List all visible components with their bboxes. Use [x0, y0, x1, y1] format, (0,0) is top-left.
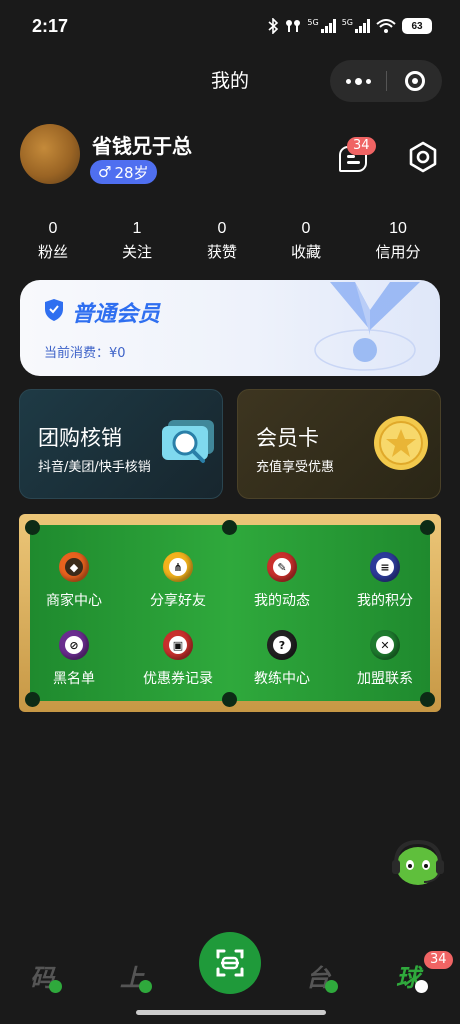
- code-icon: [49, 980, 62, 993]
- close-button[interactable]: [387, 60, 442, 102]
- nav-table[interactable]: 台: [306, 958, 338, 993]
- pocket-icon: [420, 520, 435, 535]
- stat-following[interactable]: 1 关注: [102, 220, 172, 262]
- post-icon: ✎: [267, 552, 297, 582]
- coupon-icon: ▣: [163, 630, 193, 660]
- home-indicator: [136, 1010, 326, 1015]
- stat-value: 0: [301, 220, 311, 237]
- more-button[interactable]: [330, 60, 386, 102]
- menu-my-points[interactable]: ≡ 我的积分: [335, 552, 435, 610]
- male-icon: ♂: [98, 163, 112, 181]
- menu-blacklist[interactable]: ⊘ 黑名单: [24, 630, 124, 688]
- card-title: 会员卡: [256, 426, 319, 450]
- customer-service-icon[interactable]: [390, 838, 446, 888]
- pocket-icon: [420, 692, 435, 707]
- block-icon: ⊘: [59, 630, 89, 660]
- points-icon: ≡: [370, 552, 400, 582]
- coach-icon: ?: [267, 630, 297, 660]
- pool-table-menu: ◆ 商家中心 ⋔ 分享好友 ✎ 我的动态 ≡ 我的积分 ⊘ 黑名单 ▣ 优惠券记…: [19, 514, 441, 712]
- stat-label: 关注: [121, 243, 152, 261]
- pocket-icon: [222, 692, 237, 707]
- nav-ball[interactable]: 球: [396, 958, 428, 993]
- stat-value: 1: [132, 220, 142, 237]
- stat-label: 粉丝: [37, 243, 68, 261]
- page: { "status_bar": { "time": "2:17", "net_a…: [0, 0, 460, 1024]
- more-dot-icon: [365, 78, 371, 84]
- stat-likes[interactable]: 0 获赞: [187, 220, 257, 262]
- menu-label: 分享好友: [150, 593, 206, 609]
- gender-age-badge: ♂ 28岁: [90, 160, 157, 184]
- battery-icon: 63: [402, 18, 432, 34]
- menu-coach-center[interactable]: ? 教练中心: [232, 630, 332, 688]
- nav-up[interactable]: 上: [120, 958, 152, 993]
- join-icon: ✕: [370, 630, 400, 660]
- menu-label: 我的动态: [254, 593, 310, 609]
- up-icon: [139, 980, 152, 993]
- group-buy-card[interactable]: 团购核销 抖音/美团/快手核销: [19, 389, 223, 499]
- menu-join-contact[interactable]: ✕ 加盟联系: [335, 630, 435, 688]
- vip-card[interactable]: 会员卡 充值享受优惠: [237, 389, 441, 499]
- stat-fans[interactable]: 0 粉丝: [18, 220, 88, 262]
- menu-label: 加盟联系: [357, 671, 413, 687]
- wifi-icon: [376, 19, 396, 33]
- menu-label: 教练中心: [254, 671, 310, 687]
- menu-label: 优惠券记录: [143, 671, 213, 687]
- username: 省钱兄于总: [92, 134, 192, 158]
- menu-coupon-records[interactable]: ▣ 优惠券记录: [128, 630, 228, 688]
- pocket-icon: [25, 520, 40, 535]
- scan-icon: [216, 949, 244, 977]
- close-target-icon: [404, 71, 425, 91]
- settings-gear-icon[interactable]: [406, 140, 440, 174]
- message-badge: 34: [347, 137, 376, 155]
- star-coin-icon: [374, 416, 428, 470]
- menu-merchant-center[interactable]: ◆ 商家中心: [24, 552, 124, 610]
- stat-credit[interactable]: 10 信用分: [363, 220, 433, 262]
- status-icons: 5G 5G 63: [267, 18, 432, 34]
- stat-label: 信用分: [375, 243, 421, 261]
- stat-value: 0: [217, 220, 227, 237]
- more-dot-icon: [345, 78, 351, 84]
- stat-favorites[interactable]: 0 收藏: [271, 220, 341, 262]
- member-banner[interactable]: 普通会员 当前消费：¥0: [20, 280, 440, 376]
- earbuds-icon: [286, 20, 301, 32]
- menu-my-posts[interactable]: ✎ 我的动态: [232, 552, 332, 610]
- scan-button[interactable]: [199, 932, 261, 994]
- network-label-a: 5G: [307, 18, 319, 27]
- avatar[interactable]: [20, 124, 80, 184]
- signal-icon-b: [355, 19, 370, 33]
- member-v-logo-icon: [314, 282, 420, 371]
- member-spend: 当前消费：¥0: [44, 346, 126, 361]
- member-level: 普通会员: [72, 302, 161, 327]
- menu-share-friends[interactable]: ⋔ 分享好友: [128, 552, 228, 610]
- nav-code[interactable]: 码: [30, 958, 62, 993]
- mini-program-capsule: [330, 60, 442, 102]
- network-label-b: 5G: [341, 18, 353, 27]
- age-label: 28岁: [114, 163, 149, 182]
- ball-icon: [415, 980, 428, 993]
- status-bar: 2:17 5G 5G 63: [0, 0, 460, 56]
- pocket-icon: [222, 520, 237, 535]
- stat-value: 10: [389, 220, 407, 237]
- card-subtitle: 抖音/美团/快手核销: [38, 460, 151, 475]
- menu-label: 黑名单: [53, 671, 95, 687]
- table-icon: [325, 980, 338, 993]
- menu-label: 商家中心: [46, 593, 102, 609]
- shop-icon: ◆: [59, 552, 89, 582]
- search-ticket-icon: [162, 420, 214, 463]
- signal-icon-a: [320, 19, 336, 33]
- stat-label: 收藏: [290, 243, 321, 261]
- pocket-icon: [25, 692, 40, 707]
- shield-icon: [45, 299, 63, 321]
- nav-badge: 34: [424, 951, 453, 969]
- menu-label: 我的积分: [357, 593, 413, 609]
- card-subtitle: 充值享受优惠: [256, 460, 335, 475]
- bluetooth-icon: [268, 18, 279, 34]
- card-title: 团购核销: [38, 426, 122, 450]
- stat-value: 0: [48, 220, 58, 237]
- share-icon: ⋔: [163, 552, 193, 582]
- status-time: 2:17: [32, 16, 69, 36]
- stat-label: 获赞: [206, 243, 237, 261]
- more-dot-icon: [354, 77, 362, 85]
